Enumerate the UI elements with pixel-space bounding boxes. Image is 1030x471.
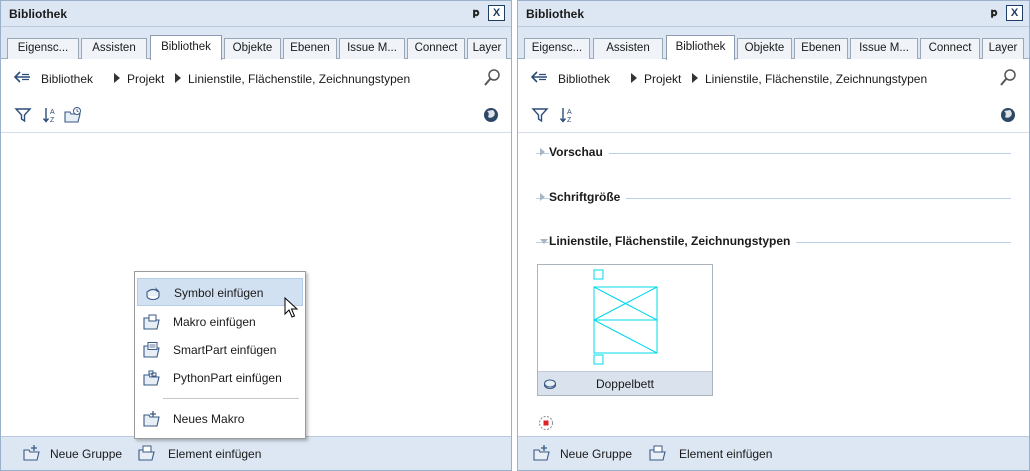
pin-icon[interactable]: 𝐩 [469, 5, 483, 21]
new-group-icon[interactable] [533, 444, 551, 462]
close-button[interactable]: X [488, 5, 505, 21]
svg-text:Z: Z [567, 117, 572, 124]
tab-bibliothek[interactable]: Bibliothek [666, 35, 735, 60]
insert-element-icon[interactable] [138, 444, 156, 462]
breadcrumb-item-projekt[interactable]: Projekt [644, 72, 681, 86]
breadcrumb-separator-icon [631, 73, 637, 83]
svg-text:A: A [50, 109, 55, 116]
palette-titlebar[interactable]: Bibliothek 𝐩 X [1, 1, 511, 27]
expand-arrow-icon[interactable] [540, 148, 545, 156]
palette-footer: Neue Gruppe Element einfügen [1, 436, 511, 470]
expand-arrow-icon[interactable] [540, 193, 545, 201]
close-button[interactable]: X [1006, 5, 1023, 21]
search-icon[interactable] [483, 68, 501, 88]
recent-folder-icon[interactable] [64, 106, 82, 124]
menu-divider [163, 398, 299, 399]
sort-icon[interactable]: A Z [42, 106, 60, 124]
sort-icon[interactable]: A Z [559, 106, 577, 124]
menu-item-label: PythonPart einfügen [173, 371, 282, 385]
svg-text:Z: Z [50, 117, 55, 124]
menu-item-pythonpart-einfuegen[interactable]: PythonPart einfügen [137, 364, 303, 392]
breadcrumb-separator-icon [114, 73, 120, 83]
library-palette-right: Bibliothek 𝐩 X Eigensc... Assisten Bibli… [517, 0, 1030, 471]
mouse-cursor-icon [284, 297, 298, 318]
context-menu: Symbol einfügen Makro einfügen SmartPart… [134, 271, 306, 439]
add-element-placeholder-icon[interactable] [538, 415, 554, 431]
new-macro-icon [143, 411, 160, 427]
breadcrumb-separator-icon [175, 73, 181, 83]
menu-item-symbol-einfuegen[interactable]: Symbol einfügen [137, 278, 303, 306]
breadcrumb-item-projekt[interactable]: Projekt [127, 72, 164, 86]
filter-icon[interactable] [14, 106, 32, 124]
section-title: Vorschau [549, 145, 609, 159]
pin-icon[interactable]: 𝐩 [987, 5, 1001, 21]
palette-footer: Neue Gruppe Element einfügen [518, 436, 1029, 470]
new-group-button[interactable]: Neue Gruppe [560, 447, 632, 461]
breadcrumb-item-bibliothek[interactable]: Bibliothek [41, 72, 93, 86]
back-arrow-icon[interactable] [530, 69, 548, 85]
tab-bar: Eigensc... Assisten Bibliothek Objekte E… [518, 27, 1029, 60]
tab-issue-manager[interactable]: Issue M... [850, 38, 918, 59]
search-icon[interactable] [999, 68, 1017, 88]
tab-issue-manager[interactable]: Issue M... [339, 38, 405, 59]
library-toolbar: A Z [518, 97, 1029, 133]
tile-label: Doppelbett [595, 377, 655, 391]
tab-ebenen[interactable]: Ebenen [794, 38, 848, 59]
breadcrumb-separator-icon [692, 73, 698, 83]
section-schriftgroesse[interactable]: Schriftgröße [536, 188, 1011, 208]
library-palette-left: Bibliothek 𝐩 X Eigensc... Assisten Bibli… [0, 0, 512, 471]
back-arrow-icon[interactable] [13, 69, 31, 85]
insert-element-button[interactable]: Element einfügen [168, 447, 261, 461]
breadcrumb-item-current[interactable]: Linienstile, Flächenstile, Zeichnungstyp… [188, 72, 410, 86]
palette-titlebar[interactable]: Bibliothek 𝐩 X [518, 1, 1029, 27]
breadcrumb: Bibliothek Projekt Linienstile, Flächens… [1, 59, 511, 97]
menu-item-neues-makro[interactable]: Neues Makro [137, 405, 303, 433]
tab-layer[interactable]: Layer [982, 38, 1024, 59]
insert-element-button[interactable]: Element einfügen [679, 447, 772, 461]
tab-assistent[interactable]: Assisten [81, 38, 147, 59]
svg-text:A: A [567, 109, 572, 116]
tile-caption-bar: Doppelbett [538, 371, 712, 395]
tab-connect[interactable]: Connect [407, 38, 465, 59]
tab-eigenschaften[interactable]: Eigensc... [524, 38, 590, 59]
palette-title: Bibliothek [526, 7, 585, 21]
tab-objekte[interactable]: Objekte [224, 38, 281, 59]
tab-bibliothek[interactable]: Bibliothek [150, 35, 222, 60]
palette-title: Bibliothek [9, 7, 68, 21]
breadcrumb-item-bibliothek[interactable]: Bibliothek [558, 72, 610, 86]
insert-element-icon[interactable] [649, 444, 667, 462]
library-tile-doppelbett[interactable]: Doppelbett [537, 264, 713, 396]
menu-item-makro-einfuegen[interactable]: Makro einfügen [137, 308, 303, 336]
globe-icon[interactable] [482, 106, 500, 124]
tab-connect[interactable]: Connect [920, 38, 980, 59]
filter-icon[interactable] [531, 106, 549, 124]
menu-item-label: Symbol einfügen [174, 286, 264, 300]
section-title: Linienstile, Flächenstile, Zeichnungstyp… [549, 234, 797, 248]
breadcrumb: Bibliothek Projekt Linienstile, Flächens… [518, 59, 1029, 97]
section-title: Schriftgröße [549, 190, 627, 204]
symbol-icon [146, 287, 160, 301]
tab-ebenen[interactable]: Ebenen [283, 38, 337, 59]
macro-icon [143, 314, 160, 330]
pythonpart-icon [143, 370, 160, 386]
double-bed-symbol-preview [593, 269, 658, 365]
new-group-button[interactable]: Neue Gruppe [50, 447, 122, 461]
smartpart-icon [143, 342, 160, 358]
globe-icon[interactable] [999, 106, 1017, 124]
tab-bar: Eigensc... Assisten Bibliothek Objekte E… [1, 27, 511, 60]
menu-item-smartpart-einfuegen[interactable]: SmartPart einfügen [137, 336, 303, 364]
menu-item-label: Makro einfügen [173, 315, 256, 329]
tab-layer[interactable]: Layer [467, 38, 507, 59]
new-group-icon[interactable] [23, 444, 41, 462]
section-linienstile[interactable]: Linienstile, Flächenstile, Zeichnungstyp… [536, 232, 1011, 252]
tab-eigenschaften[interactable]: Eigensc... [7, 38, 79, 59]
tab-objekte[interactable]: Objekte [737, 38, 792, 59]
menu-item-label: Neues Makro [173, 412, 245, 426]
tab-assistent[interactable]: Assisten [593, 38, 663, 59]
breadcrumb-item-current[interactable]: Linienstile, Flächenstile, Zeichnungstyp… [705, 72, 927, 86]
collapse-arrow-icon[interactable] [540, 239, 548, 244]
library-toolbar: A Z [1, 97, 511, 133]
menu-item-label: SmartPart einfügen [173, 343, 277, 357]
section-vorschau[interactable]: Vorschau [536, 143, 1011, 163]
